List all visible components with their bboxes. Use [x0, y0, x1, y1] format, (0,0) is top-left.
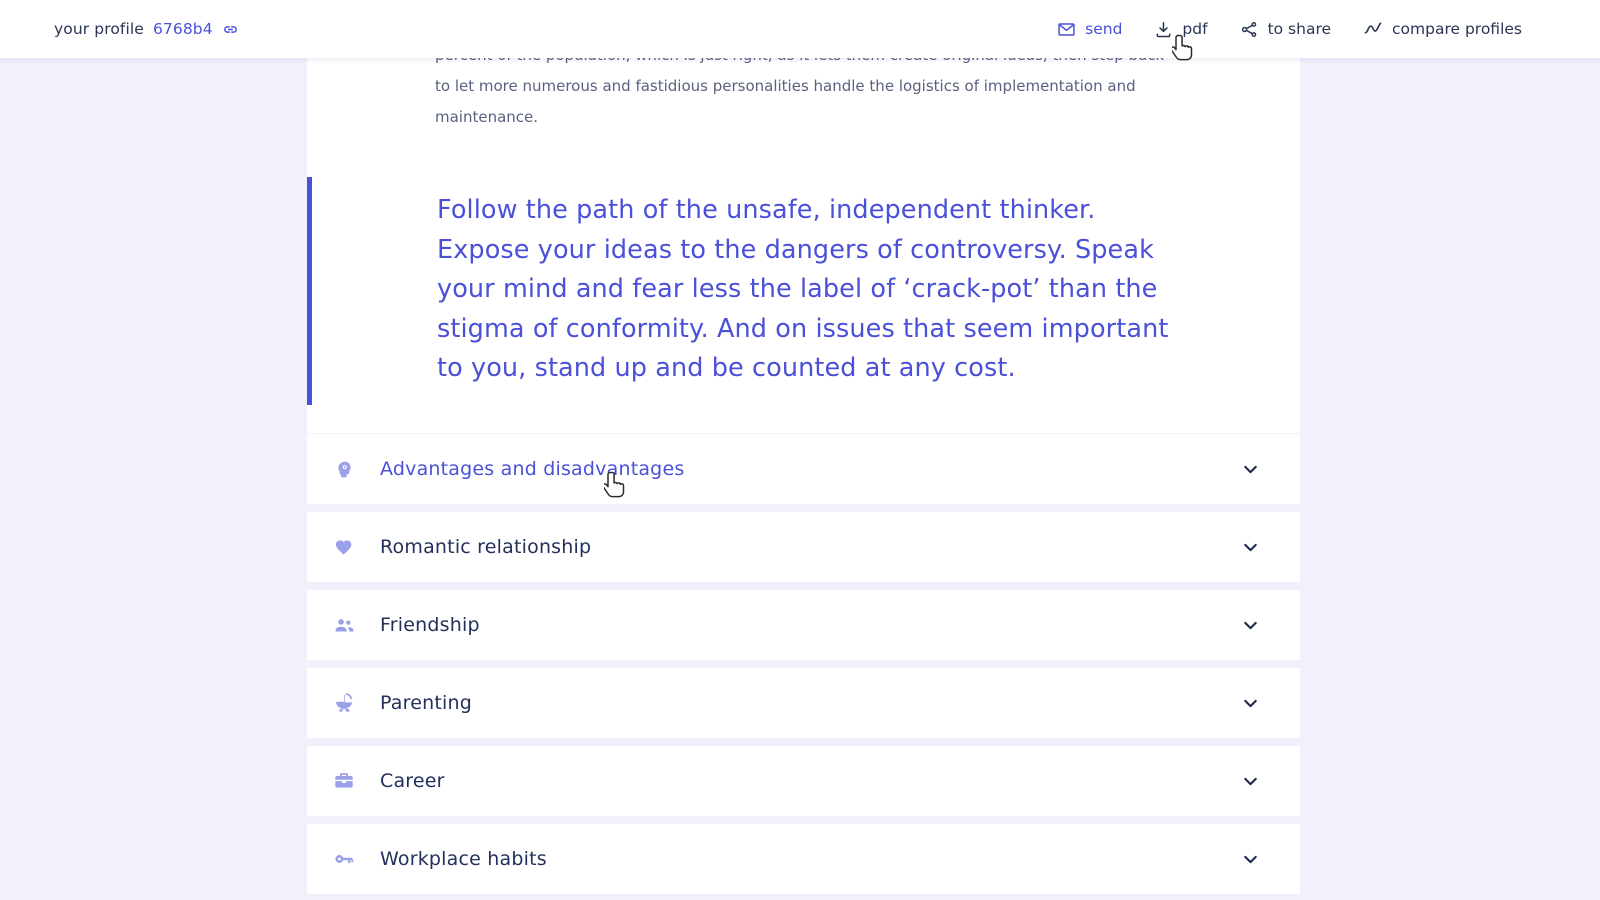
- profile-id: 6768b4: [152, 20, 213, 38]
- people-icon: [332, 613, 356, 637]
- accordion-row-romantic-relationship[interactable]: Romantic relationship: [307, 512, 1300, 582]
- toolbar-actions: send pdf to share compare profiles: [1057, 19, 1522, 39]
- briefcase-icon: [332, 769, 356, 793]
- chevron-down-icon[interactable]: [1240, 849, 1261, 870]
- envelope-icon: [1057, 20, 1076, 39]
- heart-icon: [332, 535, 356, 559]
- accordion-row-friendship[interactable]: Friendship: [307, 590, 1300, 660]
- key-icon: [332, 847, 356, 871]
- accordion-row-parenting[interactable]: Parenting: [307, 668, 1300, 738]
- download-icon: [1154, 20, 1173, 39]
- to-share-button[interactable]: to share: [1240, 20, 1331, 39]
- profile-sections-accordion: Advantages and disadvantages Romantic re…: [307, 434, 1300, 894]
- pdf-button[interactable]: pdf: [1154, 20, 1208, 39]
- profile-identity[interactable]: your profile 6768b4: [54, 20, 239, 38]
- line-chart-icon: [1363, 19, 1383, 39]
- chevron-down-icon[interactable]: [1240, 537, 1261, 558]
- accordion-row-career[interactable]: Career: [307, 746, 1300, 816]
- top-toolbar: your profile 6768b4 send pdf to share co…: [0, 0, 1600, 58]
- pdf-label: pdf: [1182, 20, 1208, 38]
- accordion-label: Romantic relationship: [380, 536, 592, 558]
- accordion-label: Advantages and disadvantages: [380, 458, 685, 480]
- profile-quote-text: Follow the path of the unsafe, independe…: [437, 195, 1169, 383]
- share-icon: [1240, 20, 1259, 39]
- accordion-row-advantages-and-disadvantages[interactable]: Advantages and disadvantages: [307, 434, 1300, 504]
- profile-label: your profile: [54, 20, 144, 38]
- chevron-down-icon[interactable]: [1240, 771, 1261, 792]
- to-share-label: to share: [1267, 20, 1332, 38]
- chevron-down-icon[interactable]: [1240, 693, 1261, 714]
- link-icon[interactable]: [222, 21, 239, 38]
- profile-quote: Follow the path of the unsafe, independe…: [307, 177, 1300, 405]
- chevron-down-icon[interactable]: [1240, 615, 1261, 636]
- accordion-label: Friendship: [380, 614, 480, 636]
- stroller-icon: [332, 691, 356, 715]
- accordion-label: Workplace habits: [380, 848, 547, 870]
- compare-profiles-button[interactable]: compare profiles: [1363, 19, 1522, 39]
- send-button[interactable]: send: [1057, 20, 1122, 39]
- accordion-row-workplace-habits[interactable]: Workplace habits: [307, 824, 1300, 894]
- accordion-label: Career: [380, 770, 445, 792]
- page-root: percent of the population, which is just…: [0, 0, 1600, 900]
- head-idea-icon: [332, 457, 356, 481]
- send-label: send: [1085, 20, 1123, 38]
- compare-profiles-label: compare profiles: [1392, 20, 1522, 38]
- accordion-label: Parenting: [380, 692, 473, 714]
- profile-content-card: percent of the population, which is just…: [307, 0, 1300, 433]
- chevron-down-icon[interactable]: [1240, 459, 1261, 480]
